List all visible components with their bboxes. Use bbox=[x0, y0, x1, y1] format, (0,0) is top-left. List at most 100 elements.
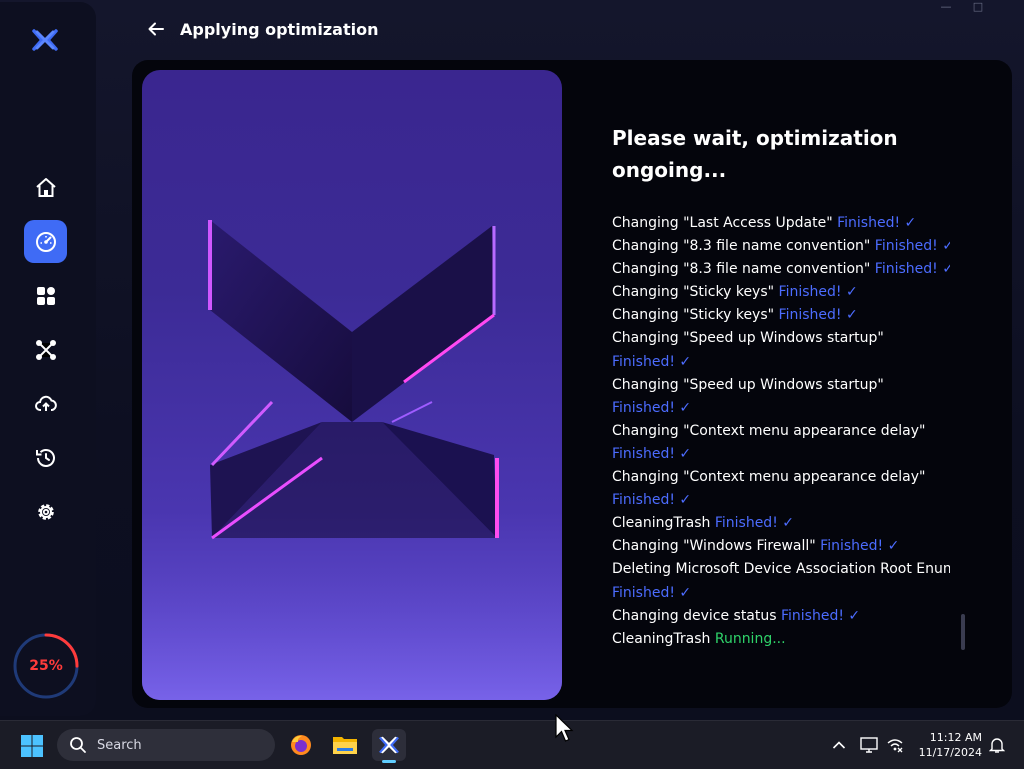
status-finished: Finished! bbox=[778, 307, 842, 324]
maximize-icon[interactable]: □ bbox=[972, 0, 984, 13]
tray-overflow[interactable] bbox=[828, 735, 850, 755]
log-line: Changing "Context menu appearance delay" bbox=[612, 466, 950, 489]
network-icon bbox=[887, 739, 903, 753]
log-action: Changing "8.3 file name convention" bbox=[612, 238, 871, 255]
log-action: Changing "Context menu appearance delay" bbox=[612, 469, 926, 486]
log-line: Finished! ✓ bbox=[612, 489, 950, 512]
cloud-upload-icon bbox=[34, 395, 57, 411]
log-line: Changing "8.3 file name convention" Fini… bbox=[612, 258, 950, 281]
hero-image bbox=[142, 70, 562, 700]
log-scrollbar[interactable] bbox=[961, 614, 965, 650]
nav-settings[interactable] bbox=[24, 490, 67, 533]
optimization-log: Changing "Last Access Update" Finished! … bbox=[612, 212, 950, 652]
taskbar-app-optimizer[interactable] bbox=[372, 729, 406, 763]
log-action: Changing "Last Access Update" bbox=[612, 215, 833, 231]
status-finished: Finished! bbox=[612, 445, 675, 462]
checkmark-icon: ✓ bbox=[942, 238, 950, 255]
mouse-cursor-icon bbox=[555, 714, 574, 742]
chevron-up-icon bbox=[832, 741, 846, 749]
log-action: CleaningTrash bbox=[612, 630, 711, 647]
status-finished: Finished! bbox=[837, 215, 901, 231]
nav-cloud[interactable] bbox=[24, 382, 67, 425]
taskbar-app-explorer[interactable] bbox=[328, 729, 362, 761]
status-finished: Finished! bbox=[874, 261, 938, 278]
nav-home[interactable] bbox=[24, 166, 67, 209]
search-icon bbox=[70, 737, 86, 753]
nav-optimize[interactable] bbox=[24, 220, 67, 263]
search-input[interactable] bbox=[95, 736, 259, 754]
optimization-progress: 25% bbox=[12, 632, 80, 700]
log-action: Changing device status bbox=[612, 607, 777, 624]
taskbar-search[interactable] bbox=[57, 729, 275, 761]
checkmark-icon: ✓ bbox=[942, 261, 950, 278]
windows-start-icon[interactable] bbox=[20, 734, 44, 758]
file-explorer-icon bbox=[333, 737, 357, 754]
status-finished: Finished! bbox=[778, 284, 842, 301]
app-x-logo-icon[interactable] bbox=[32, 28, 58, 52]
arrow-left-icon[interactable] bbox=[146, 19, 166, 39]
gear-icon bbox=[37, 503, 54, 520]
status-finished: Finished! bbox=[612, 399, 675, 416]
checkmark-icon: ✓ bbox=[674, 584, 692, 601]
log-line: Changing "Speed up Windows startup" bbox=[612, 374, 950, 397]
log-line: Changing "Sticky keys" Finished! ✓ bbox=[612, 281, 950, 304]
log-line: Finished! ✓ bbox=[612, 582, 950, 605]
nav-history[interactable] bbox=[24, 436, 67, 479]
home-icon bbox=[35, 177, 56, 197]
log-line: Changing "Sticky keys" Finished! ✓ bbox=[612, 304, 950, 327]
taskbar-app-firefox[interactable] bbox=[284, 729, 318, 761]
log-action: Changing "Windows Firewall" bbox=[612, 538, 816, 555]
clock-date: 11/17/2024 bbox=[918, 746, 982, 759]
nav-network[interactable] bbox=[24, 328, 67, 371]
log-action: Changing "Speed up Windows startup" bbox=[612, 330, 884, 347]
log-line: Finished! ✓ bbox=[612, 443, 950, 466]
checkmark-icon: ✓ bbox=[841, 307, 858, 324]
page-header: Applying optimization bbox=[146, 16, 378, 42]
clock-time: 11:12 AM bbox=[929, 731, 982, 744]
tray-network[interactable] bbox=[884, 735, 906, 755]
status-running: Running... bbox=[714, 630, 786, 647]
tray-notifications[interactable] bbox=[986, 735, 1008, 755]
log-action: Deleting Microsoft Device Association Ro… bbox=[612, 561, 950, 578]
x-logo-artwork bbox=[142, 220, 562, 700]
log-line: Changing "8.3 file name convention" Fini… bbox=[612, 235, 950, 258]
status-finished: Finished! bbox=[820, 538, 884, 555]
status-finished: Finished! bbox=[612, 584, 675, 601]
log-action: Changing "Context menu appearance delay" bbox=[612, 422, 926, 439]
checkmark-icon: ✓ bbox=[674, 445, 692, 462]
sidebar: 25% bbox=[0, 2, 96, 716]
status-finished: Finished! bbox=[612, 492, 675, 509]
status-finished: Finished! bbox=[714, 515, 778, 532]
network-nodes-icon bbox=[35, 339, 56, 360]
status-finished: Finished! bbox=[781, 607, 844, 624]
log-line: Finished! ✓ bbox=[612, 351, 950, 374]
nav-apps[interactable] bbox=[24, 274, 67, 317]
display-icon bbox=[860, 737, 878, 753]
notification-bell-icon bbox=[989, 738, 1005, 753]
tray-display[interactable] bbox=[858, 735, 880, 755]
log-line: Changing device status Finished! ✓ bbox=[612, 605, 950, 628]
status-finished: Finished! bbox=[874, 238, 938, 255]
apps-grid-icon bbox=[36, 286, 55, 305]
log-line: CleaningTrash Running... bbox=[612, 628, 950, 651]
system-clock[interactable]: 11:12 AM 11/17/2024 bbox=[919, 730, 982, 760]
log-line: Changing "Speed up Windows startup" bbox=[612, 327, 950, 350]
log-line: Finished! ✓ bbox=[612, 397, 950, 420]
checkmark-icon: ✓ bbox=[843, 607, 861, 624]
checkmark-icon: ✓ bbox=[674, 353, 692, 370]
log-action: Changing "Speed up Windows startup" bbox=[612, 376, 884, 393]
close-icon[interactable] bbox=[1004, 0, 1016, 13]
minimize-icon[interactable]: — bbox=[940, 0, 952, 13]
log-action: Changing "8.3 file name convention" bbox=[612, 261, 871, 278]
checkmark-icon: ✓ bbox=[777, 515, 794, 532]
page-title: Applying optimization bbox=[180, 19, 379, 39]
history-icon bbox=[35, 448, 55, 467]
log-line: Changing "Windows Firewall" Finished! ✓ bbox=[612, 535, 950, 558]
log-line: Changing "Context menu appearance delay" bbox=[612, 420, 950, 443]
checkmark-icon: ✓ bbox=[841, 284, 858, 301]
log-action: Changing "Sticky keys" bbox=[612, 307, 775, 324]
log-action: CleaningTrash bbox=[612, 515, 711, 532]
window-controls: — □ bbox=[940, 0, 1016, 13]
log-line: Deleting Microsoft Device Association Ro… bbox=[612, 558, 950, 581]
status-finished: Finished! bbox=[612, 353, 675, 370]
